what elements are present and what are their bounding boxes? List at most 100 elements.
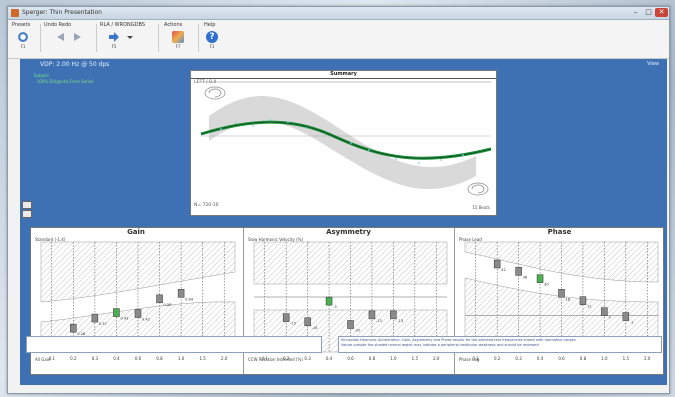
summary-plot <box>200 81 492 196</box>
x-tick-label: 1.0 <box>178 356 185 361</box>
result-label: -13 <box>376 319 382 323</box>
x-tick-label: 1.5 <box>623 356 630 361</box>
app-icon <box>11 9 19 17</box>
x-tick-label: 2.0 <box>221 356 228 361</box>
x-tick-label: 0.2 <box>70 356 77 361</box>
result-label: -15 <box>290 322 296 326</box>
gain-top-label: Standard (-1.4) <box>35 237 66 242</box>
close-button[interactable]: ✕ <box>655 8 668 17</box>
button-caption: F7 <box>175 44 181 49</box>
result-label: -1 <box>630 321 634 325</box>
normal-band <box>209 96 476 190</box>
toolbar-separator <box>96 24 97 52</box>
result-marker <box>515 267 522 276</box>
result-marker <box>368 310 376 320</box>
result-label: 0.64 <box>185 297 194 301</box>
rla-dropdown-button[interactable] <box>126 31 134 53</box>
result-marker <box>70 323 77 333</box>
arrow-right-icon <box>108 31 120 43</box>
result-label: 0.58 <box>164 303 173 307</box>
x-tick-label: 0.3 <box>515 356 522 361</box>
asymmetry-bottom-label: CCW Rotation Intended (%) <box>248 357 303 362</box>
x-tick-label: 2.0 <box>644 356 651 361</box>
toolbar-group-help: Help ? F1 <box>202 22 226 54</box>
result-marker <box>282 313 290 322</box>
maximize-button[interactable]: □ <box>642 8 655 17</box>
help-icon: ? <box>206 31 218 43</box>
x-tick-label: 0.4 <box>537 356 544 361</box>
x-tick-label: 0.6 <box>347 356 354 361</box>
x-tick-label: 0.8 <box>156 356 163 361</box>
result-label: 36 <box>523 275 528 279</box>
asymmetry-top-label: Slow Harmonic Velocity (%) <box>248 237 304 242</box>
toolbar-group-actions: Actions F7 <box>162 22 196 54</box>
app-window: Sperger: Thin Presentation – □ ✕ Presets… <box>7 6 670 394</box>
presets-button[interactable]: F1 <box>15 31 31 53</box>
help-button[interactable]: ? F1 <box>204 31 220 53</box>
result-label: 0.37 <box>99 322 107 326</box>
toolbar-group-label: Undo Redo <box>44 22 72 28</box>
actions-button[interactable]: F7 <box>170 31 186 53</box>
x-tick-label: 1.5 <box>199 356 206 361</box>
window-title: Sperger: Thin Presentation <box>22 9 102 16</box>
x-tick-label: 2.0 <box>433 356 440 361</box>
result-label: 42 <box>501 268 506 272</box>
x-tick-label: 0.3 <box>92 356 99 361</box>
vdp-readout: VDP: 2.00 Hz @ 50 dps <box>40 61 110 68</box>
result-label: 0.42 <box>142 318 150 322</box>
result-marker <box>493 259 501 269</box>
button-caption: F1 <box>209 44 215 49</box>
toolbar-separator <box>158 24 159 52</box>
toolbar-separator <box>40 24 41 52</box>
dropdown-icon <box>127 31 133 43</box>
print-icon[interactable] <box>22 201 32 209</box>
rotation-dial-bottom <box>467 182 489 196</box>
view-link[interactable]: View <box>647 61 659 67</box>
result-marker <box>347 320 354 329</box>
result-label: 30 <box>544 283 549 287</box>
x-tick-label: 0.2 <box>494 356 501 361</box>
x-tick-label: 0.4 <box>113 356 120 361</box>
result-label: 12 <box>587 305 592 309</box>
toolbar-group-rla: RLA / WRONGDBS F5 <box>100 22 156 54</box>
redo-button[interactable] <box>70 31 86 53</box>
result-marker <box>601 307 608 316</box>
tools-icon <box>172 31 184 43</box>
result-label: -3 <box>333 305 337 309</box>
x-tick-label: 1.5 <box>412 356 419 361</box>
x-tick-label: 0.8 <box>580 356 587 361</box>
result-marker <box>177 289 185 298</box>
result-marker <box>304 317 311 326</box>
notes-box-left[interactable] <box>26 336 322 353</box>
x-tick-label: 0.8 <box>369 356 376 361</box>
interpretation-box: Sinusoidal Harmonic Acceleration: Gain, … <box>338 336 662 353</box>
undo-button[interactable] <box>52 31 68 53</box>
result-marker <box>134 309 142 318</box>
series-legend: Subject - 100% Dirigentis Form Series <box>34 73 94 85</box>
x-tick-label: 0.3 <box>304 356 311 361</box>
toolbar-separator <box>198 24 199 52</box>
magnifier-icon <box>17 31 29 43</box>
result-label: 3 <box>608 316 610 320</box>
undo-icon <box>54 31 66 43</box>
toolbar-group-label: Actions <box>164 22 183 28</box>
x-tick-label: 1.0 <box>601 356 608 361</box>
status-row: Sinusoidal Harmonic Acceleration: Gain, … <box>20 336 667 353</box>
rotation-dial-top <box>204 86 226 100</box>
redo-icon <box>72 31 84 43</box>
x-tick-label: 0.6 <box>135 356 142 361</box>
button-caption: F5 <box>111 44 117 49</box>
toolbar-group-presets: Presets F1 <box>12 22 38 54</box>
toolbar-group-label: RLA / WRONGDBS <box>100 22 145 28</box>
ribbon-toolbar: Presets F1 Undo Redo RLA / WRONGDBS F5 A… <box>8 20 669 59</box>
gain-bottom-label: All Gain <box>35 357 51 362</box>
result-label: 0.43 <box>120 317 128 321</box>
result-label: -13 <box>397 319 403 323</box>
summary-chart: Summary LEFT / 0.4 N= 720-10 15 Beats <box>190 70 497 216</box>
minimize-button[interactable]: – <box>629 8 642 17</box>
result-marker <box>536 274 544 283</box>
toolbar-group-undo-redo: Undo Redo <box>44 22 94 54</box>
rla-button[interactable]: F5 <box>106 31 122 53</box>
export-icon[interactable] <box>22 210 32 218</box>
result-marker <box>622 312 630 321</box>
